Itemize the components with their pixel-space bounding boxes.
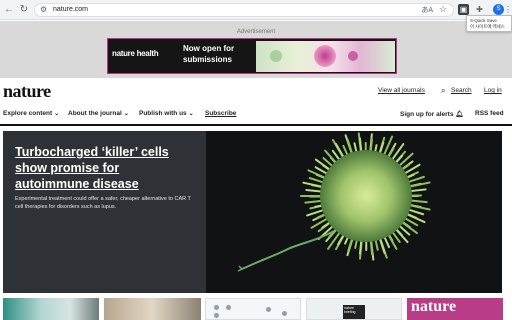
back-icon[interactable]: ← [3, 4, 15, 16]
nav-about-journal[interactable]: About the journal ⌄ [68, 110, 129, 117]
search-link[interactable]: Search [451, 87, 472, 94]
search-icon[interactable]: ⌕ [441, 86, 445, 96]
ad-label: Advertisement [236, 29, 276, 35]
profile-avatar[interactable]: S [493, 4, 504, 15]
login-link[interactable]: Log in [484, 87, 502, 94]
chevron-down-icon: ⌄ [188, 111, 194, 117]
nav-alerts-label: Sign up for alerts [400, 111, 454, 118]
header-divider [0, 124, 512, 126]
nav-explore-label: Explore content [3, 110, 53, 117]
address-bar[interactable]: ⚙ nature.com あA ☆ [34, 3, 454, 17]
nav-subscribe[interactable]: Subscribe [205, 110, 236, 117]
card-dot [214, 305, 219, 310]
nav-about-label: About the journal [68, 110, 122, 117]
card5-title: nature [411, 298, 457, 315]
nav-publish-label: Publish with us [139, 110, 187, 117]
nav-rss-feed[interactable]: RSS feed [475, 110, 504, 117]
extension-save-icon[interactable]: ▣ [458, 4, 469, 15]
ad-banner[interactable]: nature health Now open for submissions [107, 38, 397, 74]
killer-cell-illustration [237, 132, 431, 272]
menu-kebab-icon[interactable]: ⋮ [504, 4, 512, 15]
advertisement-area: Advertisement nature health Now open for… [0, 21, 512, 78]
cell-tail [241, 230, 335, 270]
hero-description: Experimental treatment could offer a saf… [15, 196, 191, 210]
card-dot [214, 313, 219, 318]
card-dot [226, 305, 231, 310]
article-card-1[interactable] [3, 298, 99, 320]
card-dot [282, 311, 287, 316]
nav-sign-up-alerts[interactable]: Sign up for alerts 🔔︎ [400, 110, 464, 118]
ad-brand: nature health [112, 49, 159, 58]
article-card-2[interactable] [104, 298, 201, 320]
tooltip-line2: 이 사이트에 엑세스 [470, 24, 505, 29]
cell-body [320, 150, 412, 242]
site-logo[interactable]: nature [3, 81, 51, 102]
hero-image [206, 131, 502, 293]
site-info-icon[interactable]: ⚙ [40, 5, 47, 14]
nav-explore-content[interactable]: Explore content ⌄ [3, 110, 59, 117]
reload-icon[interactable]: ↻ [18, 4, 30, 16]
ad-shape [348, 51, 358, 61]
view-all-journals-link[interactable]: View all journals [378, 87, 425, 94]
article-strip: nature briefing nature [0, 298, 512, 320]
ad-headline: Now open for submissions [183, 44, 235, 64]
card-dot [266, 307, 271, 312]
ad-shape [314, 45, 336, 67]
url-text[interactable]: nature.com [53, 6, 88, 13]
chevron-down-icon: ⌄ [123, 111, 129, 117]
main-nav: Explore content ⌄ About the journal ⌄ Publ… [0, 108, 512, 124]
site-header: nature View all journals ⌕ Search Log in… [0, 78, 512, 124]
hero-text-panel: Turbocharged ‘killer’ cells show promise… [3, 131, 206, 293]
ad-image [256, 41, 395, 72]
browser-toolbar: ← ↻ ⚙ nature.com あA ☆ ▣ ✚ S ⋮ [0, 0, 512, 20]
extension-tooltip: S-Quick Save 이 사이트에 엑세스 [466, 15, 512, 32]
article-card-4[interactable]: nature briefing [306, 298, 402, 320]
translate-icon[interactable]: あA [421, 5, 433, 15]
hero-article[interactable]: Turbocharged ‘killer’ cells show promise… [3, 131, 502, 293]
bookmark-star-icon[interactable]: ☆ [439, 4, 447, 15]
cell-tail-tip [237, 265, 243, 272]
hero-title[interactable]: Turbocharged ‘killer’ cells show promise… [15, 144, 195, 192]
extensions-puzzle-icon[interactable]: ✚ [474, 4, 485, 15]
article-card-5[interactable]: nature [407, 298, 503, 320]
chevron-down-icon: ⌄ [54, 111, 60, 117]
ad-shape [270, 50, 282, 62]
bell-icon: 🔔︎ [455, 111, 464, 118]
article-card-3[interactable] [205, 298, 301, 320]
nature-briefing-badge: nature briefing [343, 305, 365, 319]
nav-publish-with-us[interactable]: Publish with us ⌄ [139, 110, 194, 117]
